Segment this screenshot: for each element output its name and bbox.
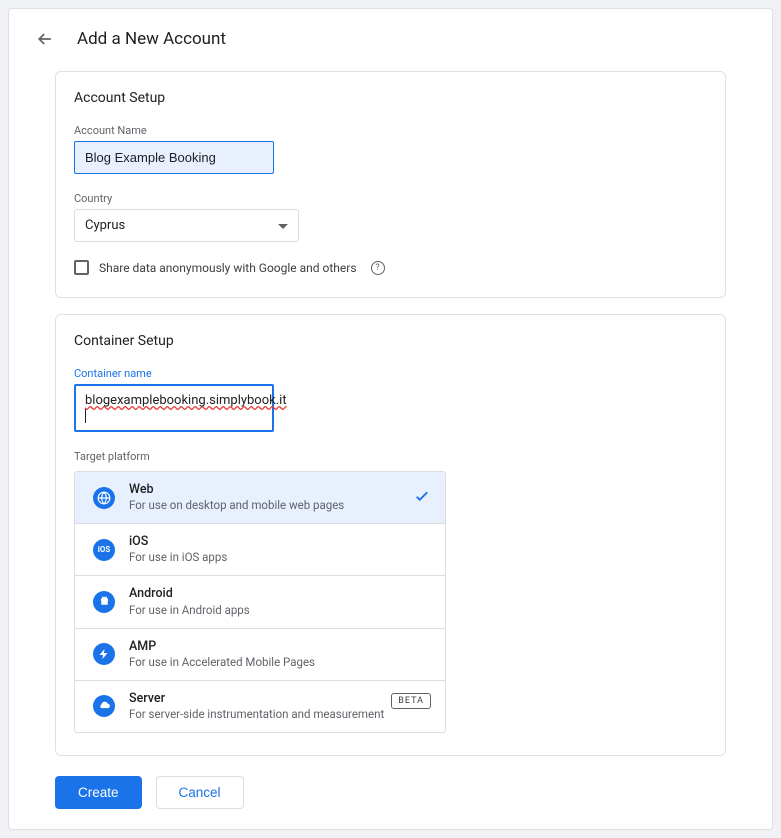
account-name-field-wrap: Account Name	[74, 124, 707, 174]
bolt-icon	[93, 643, 115, 665]
platform-title: iOS	[129, 534, 227, 550]
back-button[interactable]	[33, 27, 57, 51]
share-data-checkbox[interactable]	[74, 260, 89, 275]
account-name-label: Account Name	[74, 124, 707, 137]
container-setup-panel: Container Setup Container name blogexamp…	[55, 314, 726, 756]
platform-title: Server	[129, 691, 384, 707]
account-setup-title: Account Setup	[74, 90, 707, 106]
country-select[interactable]: Cyprus	[74, 209, 299, 242]
platform-item-server[interactable]: Server For server-side instrumentation a…	[75, 680, 445, 732]
add-account-dialog: Add a New Account Account Setup Account …	[8, 8, 773, 830]
dialog-footer: Create Cancel	[9, 756, 772, 809]
account-name-input[interactable]	[74, 141, 274, 174]
platform-text: AMP For use in Accelerated Mobile Pages	[129, 639, 315, 670]
platform-desc: For use in Accelerated Mobile Pages	[129, 655, 315, 670]
platform-item-amp[interactable]: AMP For use in Accelerated Mobile Pages	[75, 628, 445, 680]
platform-item-ios[interactable]: iOS iOS For use in iOS apps	[75, 523, 445, 575]
platform-text: iOS For use in iOS apps	[129, 534, 227, 565]
share-data-label: Share data anonymously with Google and o…	[99, 261, 357, 275]
platform-text: Android For use in Android apps	[129, 586, 250, 617]
container-name-field-wrap: Container name blogexamplebooking.simply…	[74, 367, 707, 432]
container-name-label: Container name	[74, 367, 707, 380]
dialog-header: Add a New Account	[9, 9, 772, 63]
share-data-row: Share data anonymously with Google and o…	[74, 260, 707, 275]
country-value: Cyprus	[85, 218, 125, 233]
container-name-input[interactable]: blogexamplebooking.simplybook.it	[74, 384, 274, 432]
platform-item-web[interactable]: Web For use on desktop and mobile web pa…	[75, 472, 445, 523]
platform-desc: For use in Android apps	[129, 603, 250, 618]
page-title: Add a New Account	[77, 29, 226, 49]
arrow-left-icon	[35, 29, 55, 49]
text-cursor	[85, 409, 86, 423]
help-icon[interactable]: ?	[371, 261, 385, 275]
target-platform-label: Target platform	[74, 450, 707, 463]
account-setup-panel: Account Setup Account Name Country Cypru…	[55, 71, 726, 298]
platform-title: AMP	[129, 639, 315, 655]
platform-text: Server For server-side instrumentation a…	[129, 691, 384, 722]
android-icon	[93, 591, 115, 613]
globe-icon	[93, 487, 115, 509]
check-icon	[413, 487, 431, 509]
platform-title: Web	[129, 482, 344, 498]
country-field-wrap: Country Cyprus	[74, 192, 707, 242]
platform-desc: For use on desktop and mobile web pages	[129, 498, 344, 513]
create-button[interactable]: Create	[55, 776, 142, 809]
country-label: Country	[74, 192, 707, 205]
target-platform-list: Web For use on desktop and mobile web pa…	[74, 471, 446, 733]
container-name-value: blogexamplebooking.simplybook.it	[85, 393, 287, 408]
platform-desc: For use in iOS apps	[129, 550, 227, 565]
cancel-button[interactable]: Cancel	[156, 776, 244, 809]
ios-icon: iOS	[93, 539, 115, 561]
cloud-icon	[93, 695, 115, 717]
beta-badge: BETA	[391, 693, 431, 709]
platform-text: Web For use on desktop and mobile web pa…	[129, 482, 344, 513]
platform-desc: For server-side instrumentation and meas…	[129, 707, 384, 722]
platform-item-android[interactable]: Android For use in Android apps	[75, 575, 445, 627]
platform-title: Android	[129, 586, 250, 602]
container-setup-title: Container Setup	[74, 333, 707, 349]
